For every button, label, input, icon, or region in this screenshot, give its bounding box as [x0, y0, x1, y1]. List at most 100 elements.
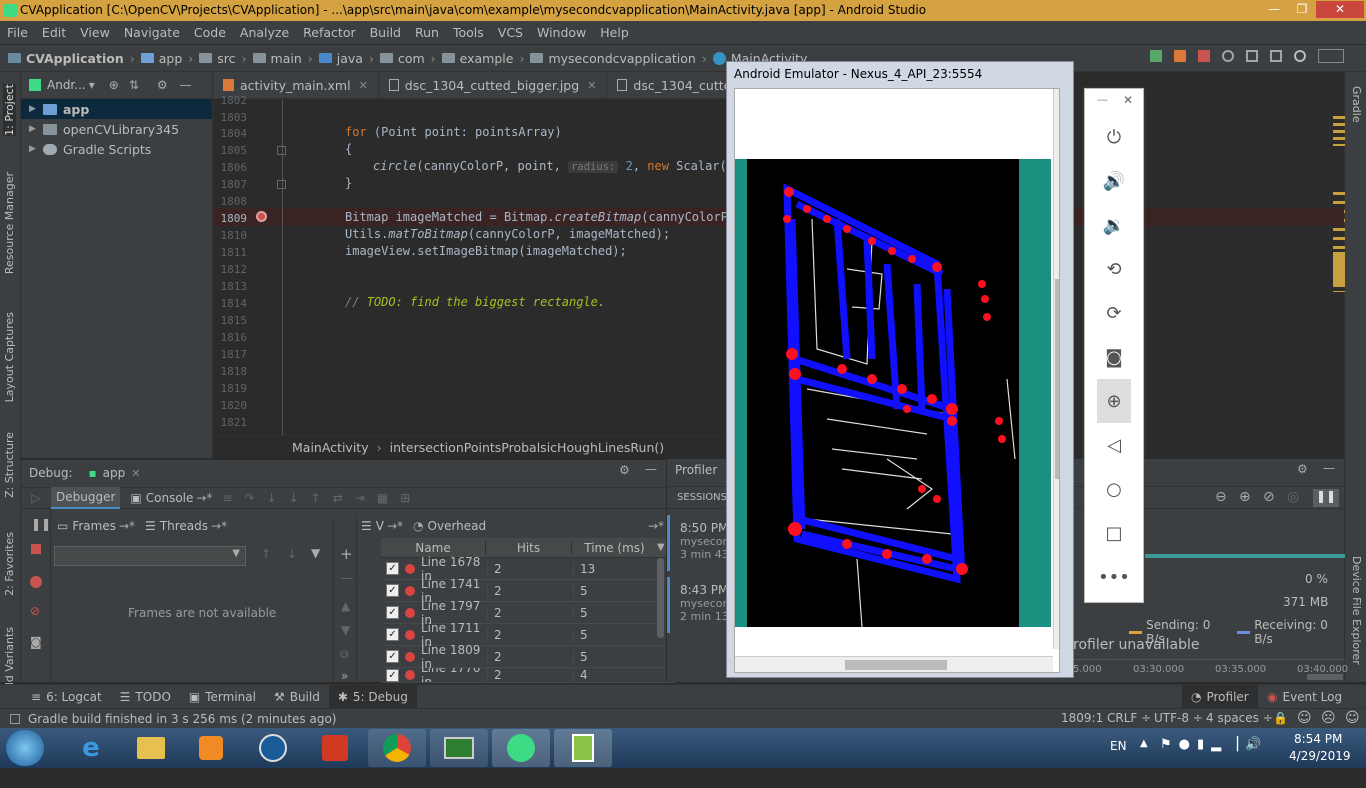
- emulator-vscrollbar[interactable]: [1053, 89, 1059, 649]
- menu-analyze[interactable]: Analyze: [233, 21, 296, 45]
- expand-arrow-icon[interactable]: ▶: [29, 104, 43, 114]
- tab-dsc-bigger[interactable]: dsc_1304_cutted_bigger.jpg ✕: [379, 71, 608, 99]
- camera-icon[interactable]: ◙: [30, 635, 42, 649]
- close-icon[interactable]: ✕: [131, 467, 140, 480]
- column-time[interactable]: Time (ms): [571, 540, 657, 555]
- show-hidden-icons[interactable]: ▲: [1140, 738, 1148, 749]
- clock-time[interactable]: 8:54 PM: [1294, 732, 1342, 746]
- tab-logcat[interactable]: ≡ 6: Logcat: [22, 685, 111, 709]
- emulator-vscroll-thumb[interactable]: [1055, 279, 1059, 479]
- menu-run[interactable]: Run: [408, 21, 446, 45]
- menu-file[interactable]: File: [0, 21, 35, 45]
- tab-layout-captures[interactable]: Layout Captures: [3, 312, 16, 402]
- breakpoint-icon[interactable]: [256, 211, 267, 222]
- stop-icon[interactable]: [31, 544, 41, 554]
- chevron-down-icon[interactable]: ▼: [232, 548, 240, 559]
- zoom-icon[interactable]: ⊕: [1097, 379, 1131, 423]
- tree-item-app[interactable]: ▶ app: [21, 99, 212, 119]
- table-row[interactable]: ✓ Line 1809 in 2 5: [381, 643, 675, 671]
- stop-icon[interactable]: [1198, 50, 1210, 62]
- tab-project[interactable]: 1: Project: [3, 84, 16, 136]
- volume-down-icon[interactable]: 🔉: [1085, 203, 1143, 247]
- avd-manager-icon[interactable]: [1246, 50, 1258, 62]
- gear-icon[interactable]: ⚙: [1297, 462, 1308, 476]
- code-editor[interactable]: for (Point point: pointsArray) { circle(…: [283, 99, 728, 435]
- back-icon[interactable]: ◁: [1085, 423, 1143, 467]
- overview-icon[interactable]: □: [1085, 511, 1143, 555]
- taskbar-ie[interactable]: e: [62, 729, 120, 767]
- down-icon[interactable]: ▼: [341, 623, 350, 637]
- home-icon[interactable]: ○: [1085, 467, 1143, 511]
- project-view-selector[interactable]: Andr...: [47, 78, 86, 92]
- copy-icon[interactable]: ⧉: [340, 647, 349, 662]
- sync-icon[interactable]: [1222, 50, 1234, 62]
- expand-arrow-icon[interactable]: ▶: [29, 144, 43, 154]
- taskbar-emulator[interactable]: [554, 729, 612, 767]
- more-icon[interactable]: »: [341, 669, 348, 683]
- menu-vcs[interactable]: VCS: [491, 21, 530, 45]
- tab-device-file-explorer[interactable]: Device File Explorer: [1350, 556, 1363, 665]
- filter-icon[interactable]: ▼: [311, 546, 320, 560]
- crumb-package[interactable]: mysecondcvapplication: [530, 51, 696, 66]
- crumb-example[interactable]: example: [441, 51, 513, 66]
- reset-zoom-icon[interactable]: ⊘: [1263, 489, 1275, 505]
- tab-profiler[interactable]: ◔ Profiler: [1182, 684, 1258, 709]
- taskbar-explorer[interactable]: [122, 729, 180, 767]
- feedback-icon[interactable]: ☹: [1321, 710, 1336, 726]
- pin-icon[interactable]: →*: [211, 519, 227, 533]
- checkbox[interactable]: ✓: [386, 584, 399, 597]
- indent-setting[interactable]: 4 spaces ÷: [1206, 711, 1273, 725]
- layout-icon[interactable]: [1318, 49, 1344, 63]
- up-arrow-icon[interactable]: ↑: [261, 547, 271, 561]
- tab-structure[interactable]: Z: Structure: [3, 432, 16, 498]
- clock-date[interactable]: 4/29/2019: [1289, 749, 1351, 763]
- gear-icon[interactable]: ⚙: [157, 78, 168, 92]
- tab-console[interactable]: Console: [146, 491, 194, 505]
- minimize-icon[interactable]: —: [1097, 93, 1108, 106]
- pin-icon[interactable]: →*: [119, 519, 135, 533]
- down-arrow-icon[interactable]: ↓: [287, 547, 297, 561]
- close-icon[interactable]: ✕: [587, 79, 596, 92]
- hide-icon[interactable]: —: [180, 78, 192, 92]
- live-icon[interactable]: ◎: [1287, 489, 1299, 505]
- run-icon[interactable]: [1150, 50, 1162, 62]
- start-button[interactable]: [6, 730, 44, 766]
- timeline-scrollbar[interactable]: [1307, 674, 1343, 680]
- session-item[interactable]: 8:43 PM mysecon 2 min 13: [667, 577, 729, 633]
- tab-gradle[interactable]: Gradle: [1350, 86, 1363, 123]
- debug-config-tab[interactable]: app: [103, 466, 126, 480]
- crumb-project[interactable]: CVApplication: [8, 51, 124, 66]
- tree-item-gradle-scripts[interactable]: ▶ Gradle Scripts: [21, 139, 212, 159]
- minimize-button[interactable]: —: [1261, 1, 1287, 18]
- tab-overhead[interactable]: Overhead: [428, 519, 487, 533]
- taskbar-monitor[interactable]: [430, 729, 488, 767]
- tree-item-opencv[interactable]: ▶ openCVLibrary345: [21, 119, 212, 139]
- power-icon[interactable]: ⏻: [1085, 115, 1143, 159]
- thread-selector[interactable]: ▼: [54, 546, 246, 566]
- breadcrumb-method[interactable]: intersectionPointsProbalsicHoughLinesRun…: [390, 440, 665, 455]
- taskbar-app[interactable]: [306, 729, 364, 767]
- expand-arrow-icon[interactable]: ▶: [29, 124, 43, 134]
- sdk-manager-icon[interactable]: [1270, 50, 1282, 62]
- crumb-java[interactable]: java: [318, 51, 363, 66]
- remove-icon[interactable]: —: [341, 571, 353, 585]
- table-scrollbar[interactable]: [657, 558, 664, 638]
- taskbar-android-studio[interactable]: [492, 729, 550, 767]
- layout-toggle-icon[interactable]: [10, 713, 20, 724]
- taskbar-media[interactable]: [182, 729, 240, 767]
- menu-window[interactable]: Window: [530, 21, 593, 45]
- maximize-button[interactable]: ❐: [1289, 1, 1315, 18]
- zoom-out-icon[interactable]: ⊖: [1215, 489, 1227, 505]
- inspector-icon[interactable]: ☺: [1297, 710, 1312, 726]
- pin-icon[interactable]: →*: [387, 519, 403, 533]
- menu-refactor[interactable]: Refactor: [296, 21, 362, 45]
- session-item[interactable]: 8:50 PM mysecon 3 min 43: [667, 515, 729, 571]
- checkbox[interactable]: ✓: [386, 668, 399, 682]
- volume-up-icon[interactable]: 🔊: [1085, 159, 1143, 203]
- menu-edit[interactable]: Edit: [35, 21, 73, 45]
- tab-debug[interactable]: ✱ 5: Debug: [328, 684, 417, 709]
- line-separator[interactable]: CRLF ÷: [1107, 711, 1151, 725]
- menu-view[interactable]: View: [73, 21, 117, 45]
- sort-icon[interactable]: ▼: [657, 542, 665, 553]
- column-hits[interactable]: Hits: [485, 540, 571, 555]
